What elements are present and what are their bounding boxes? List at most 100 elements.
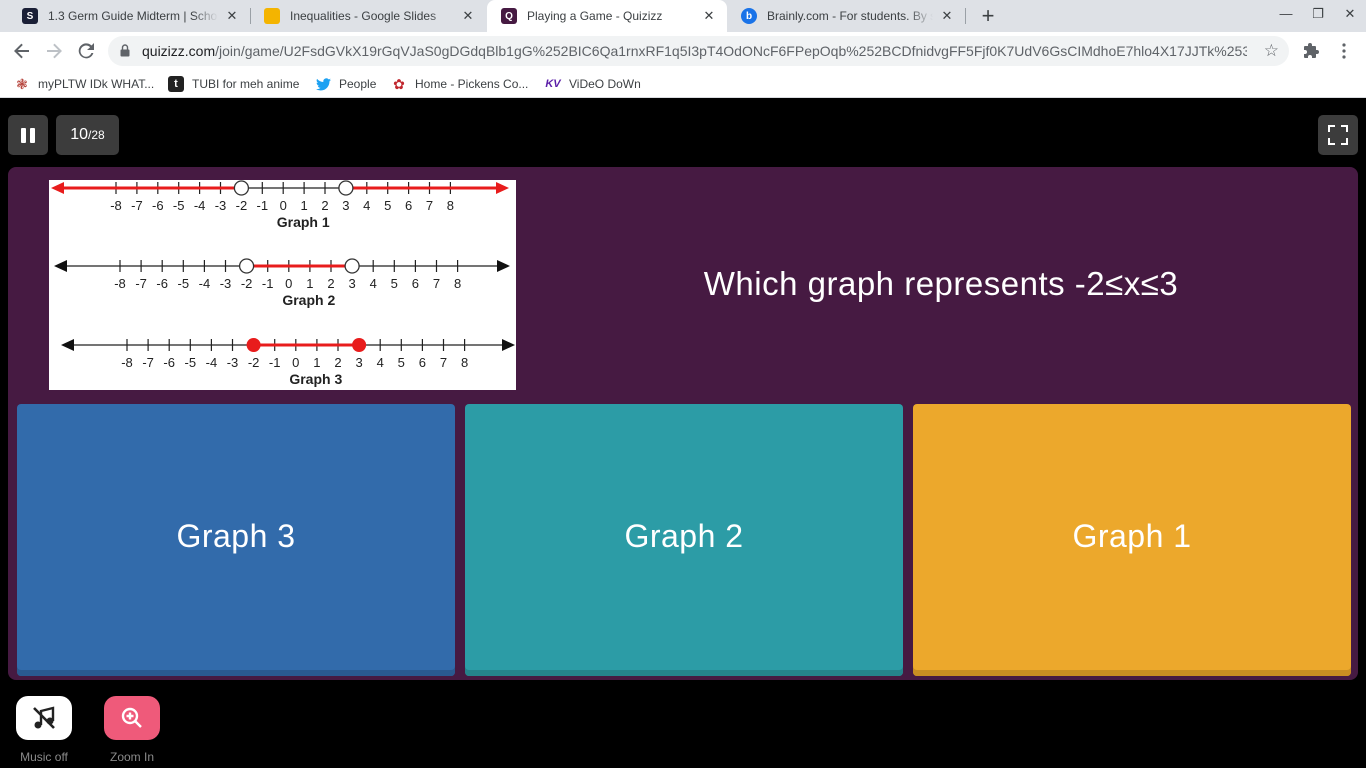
bookmark-tubi[interactable]: t TUBI for meh anime: [168, 76, 299, 92]
open-endpoint: [344, 258, 360, 274]
tick-label: -3: [227, 355, 239, 370]
bookmark-video-down[interactable]: KV ViDeO DoWn: [545, 76, 640, 92]
tick-label: 5: [398, 355, 405, 370]
close-icon[interactable]: ✕: [224, 8, 240, 24]
bookmark-mypltw[interactable]: ❃ myPLTW IDk WHAT...: [14, 76, 154, 92]
close-icon[interactable]: ✕: [460, 8, 476, 24]
back-icon[interactable]: [10, 39, 34, 63]
tick-label: 7: [440, 355, 447, 370]
question-text: Which graph represents -2≤x≤3: [703, 265, 1179, 302]
tick-label: -1: [262, 276, 274, 291]
tick-label: -4: [194, 198, 206, 213]
close-icon[interactable]: ✕: [701, 8, 717, 24]
music-toggle[interactable]: Music off: [16, 696, 72, 764]
lock-icon[interactable]: [120, 44, 130, 57]
tick-label: 1: [313, 355, 320, 370]
tab-quizizz[interactable]: Q Playing a Game - Quizizz ✕: [487, 0, 727, 32]
graph-title: Graph 1: [277, 214, 330, 230]
music-label: Music off: [20, 750, 68, 764]
answer-option-1[interactable]: Graph 3: [17, 404, 455, 676]
tick-label: 4: [370, 276, 377, 291]
bookmark-pickens[interactable]: ✿ Home - Pickens Co...: [391, 76, 528, 92]
current-question: 10: [70, 126, 89, 143]
tick-label: -2: [236, 198, 248, 213]
open-endpoint: [233, 180, 250, 196]
tick-label: -6: [156, 276, 168, 291]
kv-icon: KV: [545, 78, 561, 90]
tick-label: -5: [185, 355, 197, 370]
quizizz-game: 10/28 -8 -7 -6 -5 -4 -3 -2 -1 0 1 2 3 4 5 6 7 8 Graph 1 -8…: [0, 103, 1366, 768]
forward-icon[interactable]: [42, 39, 66, 63]
closed-endpoint: [246, 338, 261, 352]
url-text: quizizz.com/join/game/U2FsdGVkX19rGqVJaS…: [142, 43, 1247, 59]
tick-label: 8: [447, 198, 454, 213]
tick-label: -5: [173, 198, 185, 213]
pltw-icon: ❃: [16, 75, 28, 92]
tick-label: 5: [384, 198, 391, 213]
tick-label: 3: [355, 355, 362, 370]
open-endpoint: [238, 258, 255, 274]
tick-label: -3: [220, 276, 232, 291]
tick-label: 1: [306, 276, 313, 291]
pause-button[interactable]: [8, 115, 48, 155]
tick-label: 0: [280, 198, 287, 213]
answer-option-2[interactable]: Graph 2: [465, 404, 903, 676]
tick-label: 4: [377, 355, 384, 370]
tick-label: 7: [433, 276, 440, 291]
tick-label: 2: [321, 198, 328, 213]
bookmark-people[interactable]: People: [315, 76, 376, 92]
zoom-in-button[interactable]: [104, 696, 160, 740]
brainly-icon: b: [741, 8, 757, 24]
tick-label: -7: [142, 355, 154, 370]
address-bar[interactable]: quizizz.com/join/game/U2FsdGVkX19rGqVJaS…: [108, 36, 1289, 66]
tick-label: 1: [300, 198, 307, 213]
fullscreen-icon: [1328, 125, 1348, 145]
tab-brainly[interactable]: b Brainly.com - For students. By st ✕: [727, 0, 965, 32]
tick-label: 6: [405, 198, 412, 213]
tick-label: -5: [178, 276, 190, 291]
tick-label: -8: [121, 355, 133, 370]
tick-label: 8: [454, 276, 461, 291]
close-icon[interactable]: ✕: [939, 8, 955, 24]
menu-icon[interactable]: [1332, 39, 1356, 63]
answer-label: Graph 2: [624, 517, 744, 554]
fullscreen-button[interactable]: [1318, 115, 1358, 155]
new-tab-button[interactable]: +: [976, 3, 1000, 28]
tick-label: 3: [342, 198, 349, 213]
music-off-button[interactable]: [16, 696, 72, 740]
zoom-toggle[interactable]: Zoom In: [104, 696, 160, 764]
tick-label: -7: [131, 198, 143, 213]
tick-label: -7: [135, 276, 147, 291]
answer-label: Graph 3: [176, 517, 296, 554]
tick-label: -8: [114, 276, 126, 291]
bookmark-star-icon[interactable]: ☆: [1264, 41, 1279, 61]
tab-google-slides[interactable]: Inequalities - Google Slides ✕: [250, 0, 486, 32]
answer-option-3[interactable]: Graph 1: [913, 404, 1351, 676]
number-line-graphs: -8 -7 -6 -5 -4 -3 -2 -1 0 1 2 3 4 5 6 7 8Graph 1-8 -7 -6 -5…: [51, 180, 515, 387]
zoom-in-icon: [121, 707, 142, 728]
bookmarks-bar: ❃ myPLTW IDk WHAT... t TUBI for meh anim…: [0, 70, 1366, 98]
pause-icon: [21, 127, 26, 143]
tick-label: -2: [248, 355, 260, 370]
minimize-icon[interactable]: —: [1274, 6, 1298, 21]
tick-label: -4: [206, 355, 218, 370]
tick-label: -8: [110, 198, 122, 213]
left-arrow: [54, 260, 67, 272]
tick-label: 2: [334, 355, 341, 370]
tick-label: -1: [269, 355, 281, 370]
tick-label: -6: [163, 355, 175, 370]
tick-label: 8: [461, 355, 468, 370]
extensions-icon[interactable]: [1299, 39, 1323, 63]
left-arrow: [61, 339, 74, 351]
tab-title: Inequalities - Google Slides: [290, 9, 437, 23]
reload-icon[interactable]: [74, 39, 98, 63]
restore-icon[interactable]: ❐: [1306, 6, 1330, 22]
tick-label: -3: [215, 198, 227, 213]
tick-label: 3: [348, 276, 355, 291]
question-stage: -8 -7 -6 -5 -4 -3 -2 -1 0 1 2 3 4 5 6 7 8 Graph 1 -8 -7 -6 -5…: [8, 167, 1358, 680]
tab-schoology[interactable]: S 1.3 Germ Guide Midterm | Schoo ✕: [8, 0, 250, 32]
tick-label: 0: [292, 355, 299, 370]
tubi-icon: t: [168, 76, 184, 92]
close-window-icon[interactable]: ✕: [1338, 6, 1362, 22]
tab-strip: S 1.3 Germ Guide Midterm | Schoo ✕ Inequ…: [0, 0, 1366, 32]
